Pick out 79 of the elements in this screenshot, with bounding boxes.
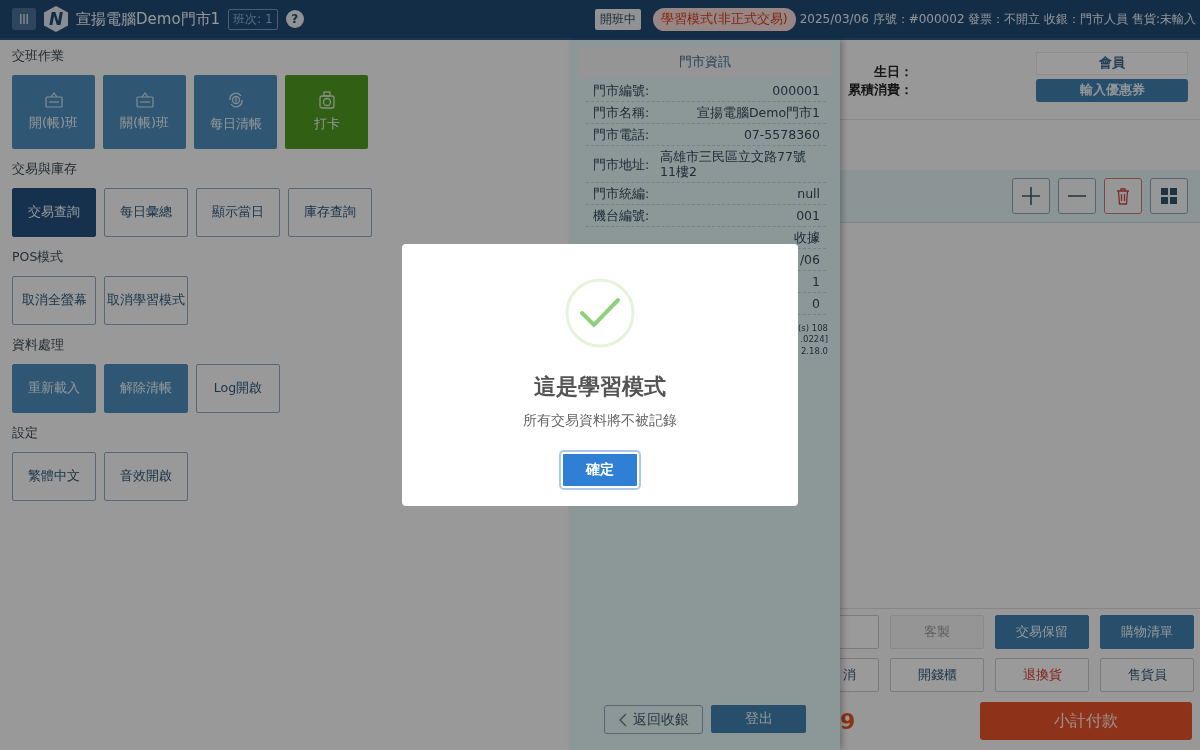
- sign-icon: [44, 92, 63, 108]
- dialog-message: 所有交易資料將不被記錄: [523, 412, 677, 430]
- mode-badge: 學習模式(非正式交易): [652, 7, 796, 31]
- spending-label: 累積消費：: [848, 82, 913, 99]
- info-value: 07-5578360: [743, 127, 820, 142]
- total-amount: 9: [840, 708, 856, 734]
- action-button[interactable]: 交易保留: [995, 615, 1089, 649]
- section-title: POS模式: [12, 249, 65, 266]
- menu-icon: [18, 13, 30, 25]
- info-value: 1: [812, 274, 820, 289]
- info-value: null: [797, 186, 820, 201]
- back-button[interactable]: 返回收銀: [604, 705, 703, 734]
- trash-icon: [1116, 187, 1130, 205]
- menu-tile[interactable]: 每日清帳: [194, 75, 277, 149]
- dialog-title: 這是學習模式: [534, 373, 666, 401]
- info-value: 高雄市三民區立文路77號11樓2: [660, 149, 807, 179]
- menu-button[interactable]: 音效開啟: [104, 452, 188, 501]
- info-value: /06: [799, 252, 820, 267]
- checkmark-icon: [565, 278, 635, 348]
- menu-button[interactable]: Log開啟: [196, 364, 280, 413]
- action-button[interactable]: 消: [840, 658, 879, 692]
- delete-button[interactable]: [1104, 178, 1142, 214]
- info-label: 門市電話:: [593, 127, 650, 142]
- transaction-info: 2025/03/06 序號：#000002 發票：不開立 收銀：門市人員 售貨:未輸入: [799, 10, 1196, 28]
- menu-button[interactable]: 每日彙總: [104, 188, 188, 237]
- grid-button[interactable]: [1150, 178, 1188, 214]
- menu-button[interactable]: 庫存查詢: [288, 188, 372, 237]
- store-name: 宣揚電腦Demo門市1: [76, 9, 221, 29]
- info-value: 宣揚電腦Demo門市1: [696, 105, 820, 120]
- menu-button[interactable]: 繁體中文: [12, 452, 96, 501]
- panel-title: 門市資訊: [578, 47, 832, 78]
- add-button[interactable]: [1012, 178, 1050, 214]
- info-value: 001: [796, 208, 820, 223]
- section-title: 資料處理: [12, 337, 65, 354]
- menu-button[interactable]: [12, 8, 36, 30]
- birthday-label: 生日：: [874, 64, 913, 81]
- section-title: 設定: [12, 425, 39, 442]
- menu-button[interactable]: 顯示當日: [196, 188, 280, 237]
- confirm-button[interactable]: 確定: [561, 452, 639, 488]
- grid-icon: [1161, 188, 1177, 204]
- action-button[interactable]: 售貨員: [1100, 658, 1194, 692]
- minus-icon: [1067, 194, 1087, 198]
- logo: N: [44, 6, 68, 32]
- version-text: .0224]: [799, 334, 828, 346]
- section-title: 交易與庫存: [12, 161, 78, 178]
- help-button[interactable]: ?: [285, 10, 304, 28]
- logout-button[interactable]: 登出: [711, 705, 806, 733]
- info-value: 0: [812, 296, 820, 311]
- menu-tile[interactable]: 開(帳)班: [12, 75, 95, 149]
- pay-button[interactable]: 小計付款: [980, 702, 1192, 740]
- info-label: 門市地址:: [593, 156, 650, 172]
- action-button[interactable]: 開錢櫃: [890, 658, 984, 692]
- version-text: 2.18.0: [799, 345, 828, 358]
- info-label: 機台編號:: [593, 208, 650, 223]
- chevron-left-icon: [618, 712, 627, 727]
- section-title: 交班作業: [12, 48, 65, 65]
- menu-button[interactable]: 取消全螢幕: [12, 276, 96, 325]
- menu-button[interactable]: 重新載入: [12, 364, 96, 413]
- menu-button[interactable]: 取消學習模式: [104, 276, 188, 325]
- coupon-button[interactable]: 輸入優惠券: [1036, 79, 1188, 102]
- sign-icon: [135, 92, 154, 108]
- info-value: 000001: [772, 83, 820, 98]
- info-label: 門市編號:: [593, 83, 650, 98]
- minus-button[interactable]: [1058, 178, 1096, 214]
- action-button[interactable]: 退換貨: [995, 658, 1089, 692]
- member-button[interactable]: 會員: [1036, 52, 1188, 75]
- status-badge: 開班中: [594, 8, 641, 30]
- info-label: 門市名稱:: [593, 105, 650, 120]
- version-text: (s) 108: [797, 323, 828, 335]
- menu-button[interactable]: 交易查詢: [12, 188, 96, 237]
- shift-badge: 班次: 1: [228, 8, 278, 30]
- menu-button[interactable]: 解除清帳: [104, 364, 188, 413]
- action-button[interactable]: 購物清單: [1100, 615, 1194, 649]
- menu-tile[interactable]: 打卡: [285, 75, 368, 149]
- menu-tile[interactable]: 關(帳)班: [103, 75, 186, 149]
- plus-icon: [1021, 186, 1041, 206]
- dollar-cycle-icon: [226, 91, 245, 109]
- info-label: 門市統編:: [593, 186, 650, 201]
- info-value: 收據: [794, 230, 820, 245]
